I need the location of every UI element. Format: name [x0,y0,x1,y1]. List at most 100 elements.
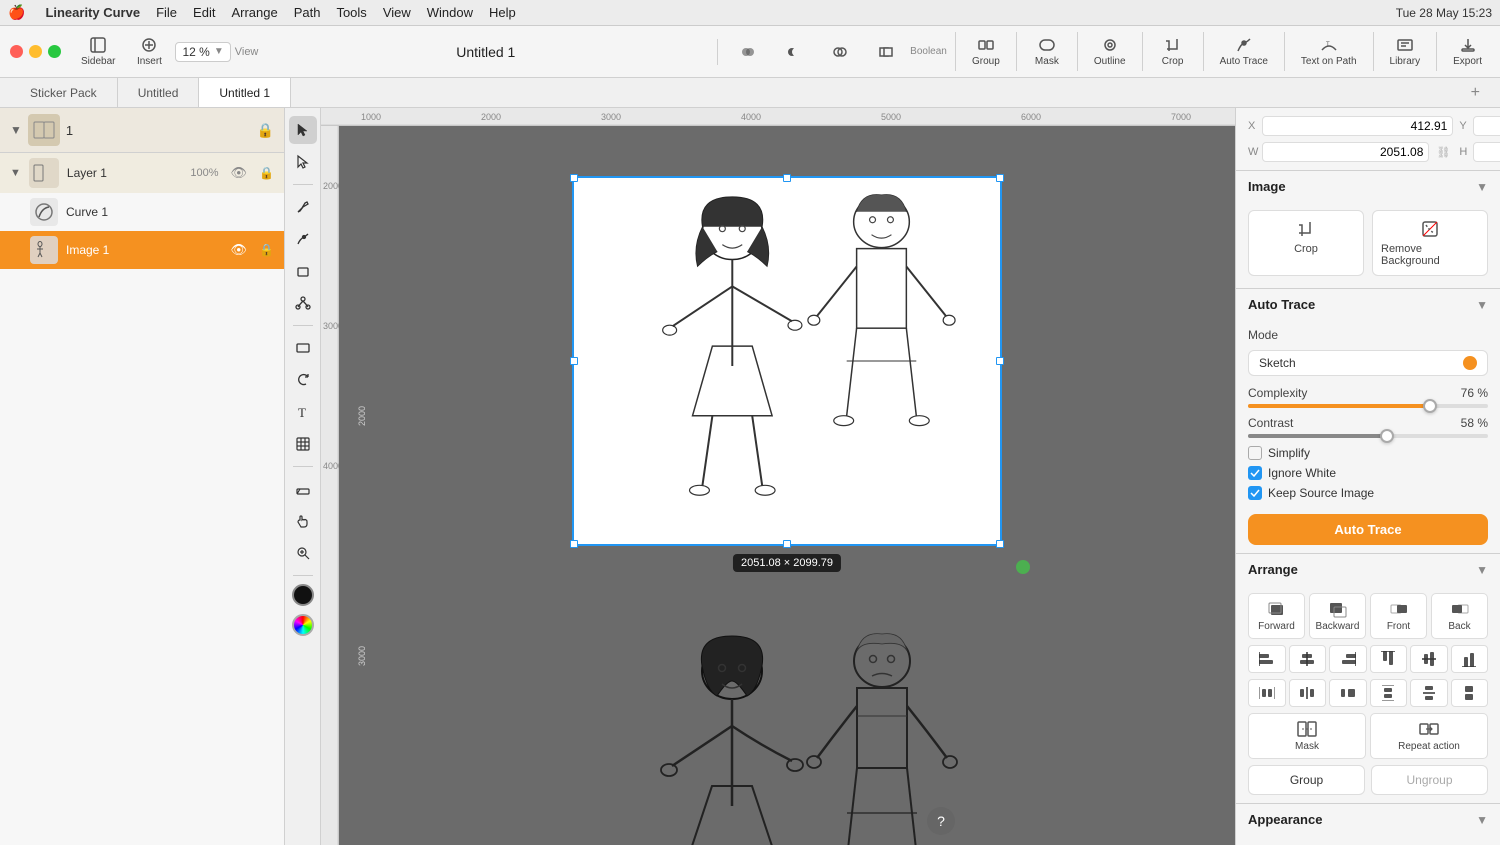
curve-1-item[interactable]: Curve 1 [0,193,284,231]
auto-trace-button[interactable]: Auto Trace [1248,514,1488,545]
menu-view[interactable]: View [383,5,411,20]
ignore-white-row[interactable]: Ignore White [1248,466,1488,480]
top-image-container[interactable]: 2051.08 × 2099.79 [572,176,1002,546]
group-header[interactable]: ▼ 1 🔒 [0,108,284,153]
layer-visibility-icon[interactable]: 👁 [231,165,248,181]
boolean-subtract-btn[interactable] [772,39,816,65]
canvas-content[interactable]: 2000 3000 [339,126,1235,845]
pencil-tool[interactable] [289,225,317,253]
grid-tool[interactable] [289,430,317,458]
align-center-h-btn[interactable] [1289,645,1327,673]
keep-source-row[interactable]: Keep Source Image [1248,486,1488,500]
simplify-checkbox[interactable] [1248,446,1262,460]
w-field[interactable]: W ⛓ [1248,142,1453,162]
insert-button[interactable]: Insert [127,32,171,71]
auto-trace-toolbar-button[interactable]: Auto Trace [1212,32,1276,71]
outline-button[interactable]: Outline [1086,32,1134,71]
boolean-unite-btn[interactable] [726,39,770,65]
direct-select-tool[interactable] [289,148,317,176]
dist-v-center-btn[interactable] [1410,679,1448,707]
menu-window[interactable]: Window [427,5,473,20]
x-input[interactable] [1262,116,1453,136]
arrange-header[interactable]: Arrange ▼ [1236,554,1500,585]
close-button[interactable] [10,45,23,58]
apple-menu[interactable]: 🍎 [8,4,25,21]
dist-right-h-btn[interactable] [1329,679,1367,707]
layer-1-item[interactable]: ▼ Layer 1 100% 👁 🔒 [0,153,284,193]
sidebar-toggle-button[interactable]: Sidebar [73,32,123,71]
front-button[interactable]: Front [1370,593,1427,639]
rotate-tool[interactable] [289,366,317,394]
crop-tool-btn[interactable]: Crop [1248,210,1364,276]
complexity-slider-handle[interactable] [1423,399,1437,413]
appearance-header[interactable]: Appearance ▼ [1236,804,1500,835]
contrast-slider-track[interactable] [1248,434,1488,438]
text-tool[interactable]: T [289,398,317,426]
simplify-row[interactable]: Simplify [1248,446,1488,460]
shape-tool[interactable] [289,257,317,285]
color-ring[interactable] [292,614,314,636]
dist-h-btn[interactable] [1248,679,1286,707]
menu-file[interactable]: File [156,5,177,20]
dist-center-h-btn[interactable] [1289,679,1327,707]
export-button[interactable]: Export [1445,32,1490,71]
image-section-header[interactable]: Image ▼ [1236,171,1500,202]
remove-bg-btn[interactable]: Remove Background [1372,210,1488,276]
eraser-tool[interactable] [289,475,317,503]
mask-button[interactable]: Mask [1025,32,1069,71]
mask-btn[interactable]: Mask [1248,713,1366,759]
image-chevron-icon[interactable]: ▼ [1476,180,1488,194]
x-field[interactable]: X [1248,116,1453,136]
canvas-page[interactable]: 2051.08 × 2099.79 [572,176,1002,845]
minimize-button[interactable] [29,45,42,58]
group-lock-icon[interactable]: 🔒 [257,122,274,139]
align-middle-btn[interactable] [1410,645,1448,673]
align-right-btn[interactable] [1329,645,1367,673]
zoom-tool[interactable] [289,539,317,567]
align-top-btn[interactable] [1370,645,1408,673]
auto-trace-header[interactable]: Auto Trace ▼ [1236,289,1500,320]
arrange-chevron-icon[interactable]: ▼ [1476,563,1488,577]
menu-edit[interactable]: Edit [193,5,215,20]
contrast-slider-handle[interactable] [1380,429,1394,443]
dist-v-btn[interactable] [1370,679,1408,707]
pen-tool[interactable] [289,193,317,221]
library-button[interactable]: Library [1382,32,1429,71]
align-bottom-btn[interactable] [1451,645,1489,673]
image-lock-icon[interactable]: 🔒 [259,243,274,257]
zoom-dropdown-icon[interactable]: ▼ [214,46,224,57]
fill-color[interactable] [292,584,314,606]
y-input[interactable] [1473,116,1500,136]
align-left-btn[interactable] [1248,645,1286,673]
select-tool[interactable] [289,116,317,144]
link-icon[interactable]: ⛓ [1436,146,1450,159]
repeat-action-btn[interactable]: Repeat action [1370,713,1488,759]
menu-path[interactable]: Path [294,5,321,20]
crop-button[interactable]: Crop [1151,32,1195,71]
y-field[interactable]: Y Z [1459,116,1500,136]
layer-expand-icon[interactable]: ▼ [10,167,21,179]
tab-untitled-1[interactable]: Untitled 1 [199,78,291,107]
boolean-exclude-btn[interactable] [864,39,908,65]
h-field[interactable]: H ⊡ ⇔ [1459,142,1500,162]
auto-trace-chevron-icon[interactable]: ▼ [1476,298,1488,312]
image-visibility-icon[interactable]: 👁 [231,242,248,258]
hand-tool[interactable] [289,507,317,535]
ignore-white-checkbox[interactable] [1248,466,1262,480]
group-button[interactable]: Group [964,32,1008,71]
appearance-chevron-icon[interactable]: ▼ [1476,813,1488,827]
rectangle-tool[interactable] [289,334,317,362]
fullscreen-button[interactable] [48,45,61,58]
boolean-intersect-btn[interactable] [818,39,862,65]
menu-tools[interactable]: Tools [336,5,366,20]
green-handle[interactable] [1016,560,1030,574]
dist-v-equal-btn[interactable] [1451,679,1489,707]
text-on-path-button[interactable]: T Text on Path [1293,32,1365,71]
forward-button[interactable]: Forward [1248,593,1305,639]
complexity-slider-track[interactable] [1248,404,1488,408]
mode-select[interactable]: Sketch [1248,350,1488,376]
node-tool[interactable] [289,289,317,317]
tab-sticker-pack[interactable]: Sticker Pack [10,78,118,107]
menu-arrange[interactable]: Arrange [231,5,277,20]
ungroup-btn[interactable]: Ungroup [1371,765,1488,795]
